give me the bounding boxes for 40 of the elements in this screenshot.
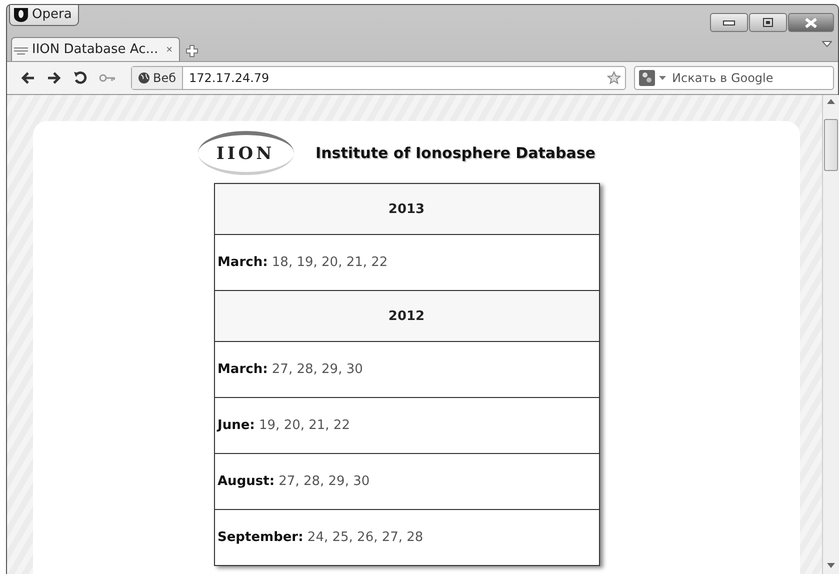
dates-entry: August: 27, 28, 29, 30 — [214, 454, 599, 510]
year-header: 2013 — [214, 184, 599, 234]
maximize-icon — [763, 18, 773, 27]
page-favicon-icon — [14, 44, 28, 54]
url-input[interactable]: 172.17.24.79 — [183, 71, 607, 85]
close-icon — [804, 16, 818, 28]
maximize-button[interactable] — [749, 13, 787, 32]
scroll-down-icon[interactable] — [827, 563, 835, 569]
browser-logo-icon — [14, 8, 28, 22]
forward-icon[interactable] — [45, 70, 63, 86]
search-field[interactable]: Искать в Google — [634, 66, 834, 90]
dropdown-icon[interactable] — [822, 41, 832, 47]
minimize-icon — [723, 20, 735, 26]
dates-entry: September: 24, 25, 26, 27, 28 — [214, 510, 599, 566]
minimize-button[interactable] — [710, 13, 748, 32]
browser-menu-button[interactable]: Opera — [9, 5, 79, 26]
scroll-thumb[interactable] — [824, 119, 838, 171]
new-tab-icon[interactable] — [186, 45, 198, 57]
key-icon[interactable] — [97, 72, 117, 84]
site-info-badge[interactable]: Веб — [132, 67, 184, 89]
back-icon[interactable] — [19, 70, 37, 86]
badge-label: Веб — [153, 71, 176, 85]
search-engine-icon — [639, 70, 655, 86]
reload-icon[interactable] — [71, 69, 89, 87]
scroll-up-icon[interactable] — [827, 99, 835, 105]
site-logo: IION — [198, 131, 294, 175]
year-header: 2012 — [214, 290, 599, 342]
site-title: Institute of Ionosphere Database — [316, 144, 596, 162]
tab-title: IION Database Ac... — [32, 42, 158, 57]
caret-icon[interactable] — [659, 76, 666, 80]
close-button[interactable] — [788, 13, 834, 32]
scrollbar[interactable] — [822, 95, 839, 574]
tab-close-button[interactable]: × — [162, 44, 173, 56]
menu-label: Opera — [32, 7, 72, 22]
globe-icon — [138, 72, 150, 84]
browser-tab[interactable]: IION Database Ac... × — [11, 37, 180, 61]
dates-entry: March: 27, 28, 29, 30 — [214, 342, 599, 398]
address-field[interactable]: Веб 172.17.24.79 — [131, 66, 626, 90]
star-icon[interactable] — [607, 71, 621, 85]
dates-entry: June: 19, 20, 21, 22 — [214, 398, 599, 454]
